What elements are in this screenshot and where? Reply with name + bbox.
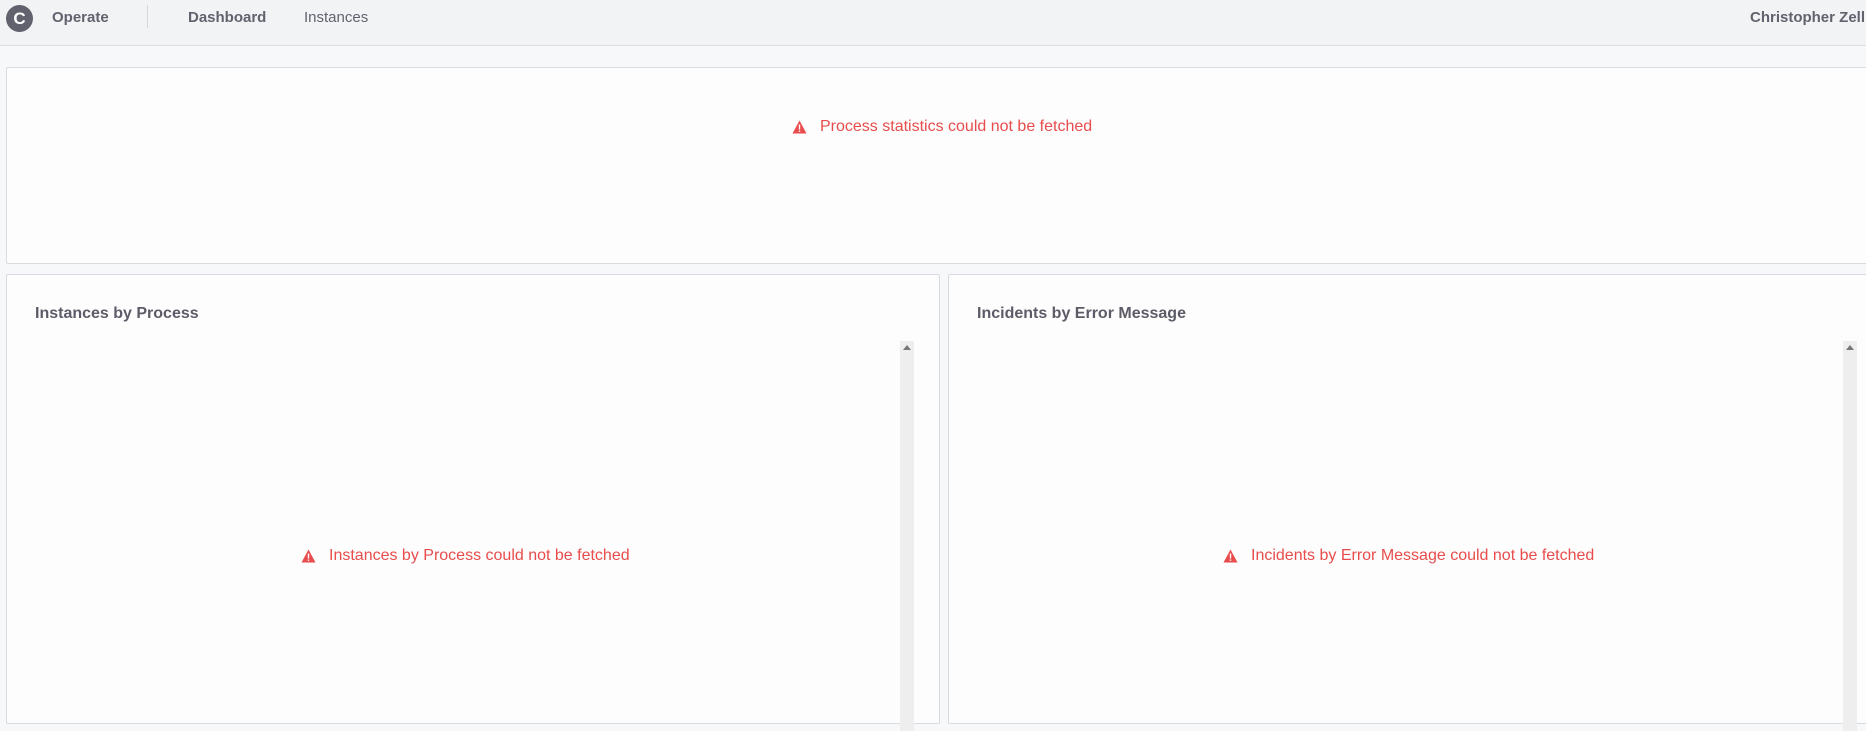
instances-panel-title: Instances by Process bbox=[35, 305, 199, 322]
user-menu[interactable]: Christopher Zell bbox=[1750, 9, 1865, 26]
statistics-error-text: Process statistics could not be fetched bbox=[820, 118, 1093, 135]
nav-dashboard[interactable]: Dashboard bbox=[188, 9, 266, 26]
app-header: C Operate Dashboard Instances Christophe… bbox=[0, 0, 1866, 46]
instances-scrollbar[interactable] bbox=[900, 341, 914, 731]
brand-link[interactable]: Operate bbox=[52, 9, 109, 26]
instances-error: Instances by Process could not be fetche… bbox=[301, 547, 630, 565]
warning-triangle-icon bbox=[301, 549, 316, 563]
statistics-error: Process statistics could not be fetched bbox=[792, 118, 1092, 136]
warning-triangle-icon bbox=[1223, 549, 1238, 563]
nav-instances[interactable]: Instances bbox=[304, 9, 368, 26]
incidents-scrollbar[interactable] bbox=[1843, 341, 1857, 731]
warning-triangle-icon bbox=[792, 120, 807, 134]
camunda-logo-icon[interactable]: C bbox=[6, 5, 33, 32]
incidents-by-error-panel: Incidents by Error Message Incidents by … bbox=[948, 274, 1866, 731]
incidents-error-text: Incidents by Error Message could not be … bbox=[1251, 547, 1595, 564]
header-divider bbox=[147, 5, 148, 28]
incidents-panel-title: Incidents by Error Message bbox=[977, 305, 1186, 322]
instances-by-process-panel: Instances by Process Instances by Proces… bbox=[6, 274, 940, 731]
instances-error-text: Instances by Process could not be fetche… bbox=[329, 547, 630, 564]
incidents-error: Incidents by Error Message could not be … bbox=[1223, 547, 1594, 565]
process-statistics-panel: Process statistics could not be fetched bbox=[6, 67, 1866, 264]
scroll-up-icon[interactable] bbox=[1846, 345, 1854, 350]
scroll-up-icon[interactable] bbox=[903, 345, 911, 350]
